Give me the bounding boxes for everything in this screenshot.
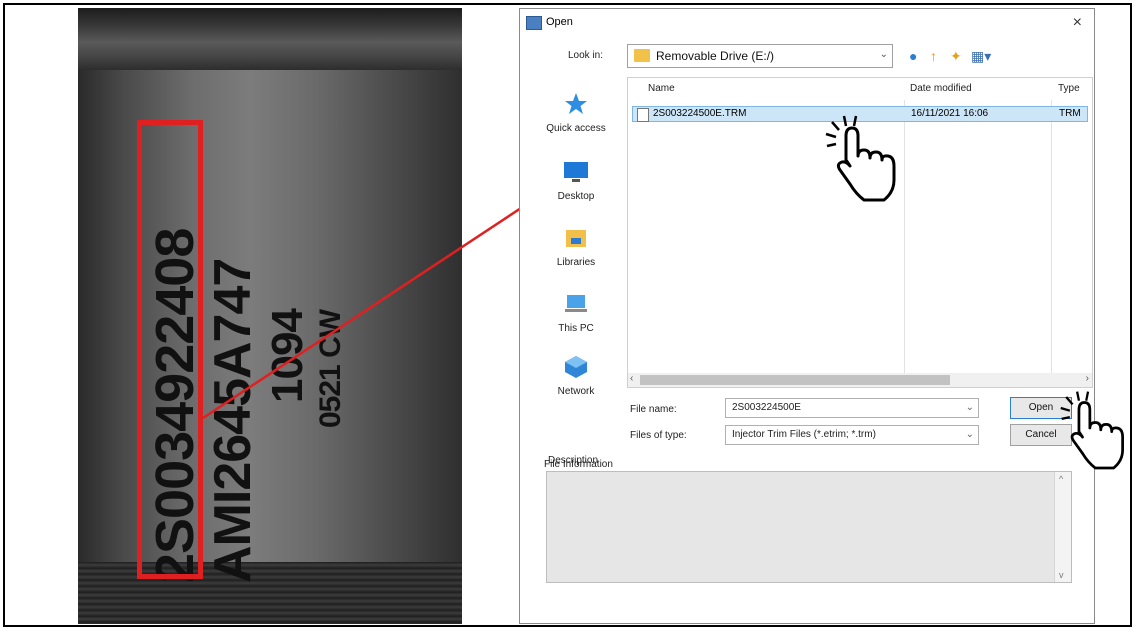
description-label: Description	[548, 455, 599, 466]
place-libraries[interactable]: Libraries	[526, 225, 626, 268]
pointing-hand-icon	[825, 115, 896, 202]
place-label: Quick access	[546, 123, 606, 134]
file-date: 16/11/2021 16:06	[911, 108, 989, 119]
place-label: This PC	[558, 323, 594, 334]
places-bar: Quick access Desktop Libraries This PC N…	[526, 77, 626, 397]
file-icon	[637, 108, 649, 122]
pointing-hand-icon	[1060, 391, 1124, 470]
open-file-dialog: Open × Look in: Removable Drive (E:/) ⌄ …	[519, 8, 1095, 624]
place-this-pc[interactable]: This PC	[526, 291, 626, 334]
files-of-type-value: Injector Trim Files (*.etrim; *.trm)	[732, 429, 876, 440]
computer-icon	[565, 295, 587, 312]
view-menu-icon[interactable]: ▦▾	[971, 48, 991, 65]
vertical-scrollbar[interactable]: ^ v	[1054, 472, 1071, 582]
chevron-down-icon: ⌄	[879, 49, 888, 60]
app-icon	[526, 16, 542, 30]
look-in-label: Look in:	[568, 50, 604, 61]
chevron-down-icon[interactable]: ⌄	[966, 399, 974, 417]
column-name[interactable]: Name	[648, 78, 675, 100]
column-type[interactable]: Type	[1058, 78, 1080, 100]
place-quick-access[interactable]: Quick access	[526, 91, 626, 134]
up-folder-icon[interactable]: ↑	[930, 48, 937, 64]
place-label: Network	[557, 386, 595, 397]
dialog-titlebar: Open ×	[520, 9, 1094, 37]
column-date-modified[interactable]: Date modified	[910, 78, 972, 100]
desktop-icon	[564, 162, 588, 182]
star-icon	[565, 93, 587, 114]
look-in-select[interactable]: Removable Drive (E:/) ⌄	[627, 44, 893, 68]
chevron-down-icon[interactable]: ⌄	[966, 426, 974, 444]
close-icon[interactable]: ×	[1073, 14, 1082, 32]
files-of-type-select[interactable]: Injector Trim Files (*.etrim; *.trm) ⌄	[725, 425, 979, 445]
look-in-value: Removable Drive (E:/)	[656, 49, 775, 63]
scrollbar-thumb[interactable]	[640, 375, 950, 385]
library-icon	[566, 230, 586, 247]
file-type: TRM	[1059, 108, 1081, 119]
scroll-down-icon[interactable]: v	[1059, 570, 1064, 580]
file-name-label: File name:	[630, 404, 677, 415]
file-name-input[interactable]: 2S003224500E ⌄	[725, 398, 979, 418]
new-folder-icon[interactable]: ✦	[950, 48, 962, 65]
dialog-title: Open	[546, 16, 573, 28]
back-icon[interactable]: ●	[909, 48, 917, 64]
horizontal-scrollbar[interactable]: ‹ ›	[628, 373, 1092, 387]
files-of-type-label: Files of type:	[630, 430, 687, 441]
network-icon	[565, 356, 587, 378]
column-divider	[1051, 100, 1052, 380]
file-name-value: 2S003224500E	[732, 402, 801, 413]
folder-icon	[634, 49, 650, 62]
file-name: 2S003224500E.TRM	[653, 108, 747, 119]
place-desktop[interactable]: Desktop	[526, 159, 626, 202]
place-network[interactable]: Network	[526, 354, 626, 397]
description-box: ^ v	[546, 471, 1072, 583]
place-label: Desktop	[557, 191, 595, 202]
scroll-left-icon[interactable]: ‹	[630, 373, 633, 384]
place-label: Libraries	[556, 257, 596, 268]
